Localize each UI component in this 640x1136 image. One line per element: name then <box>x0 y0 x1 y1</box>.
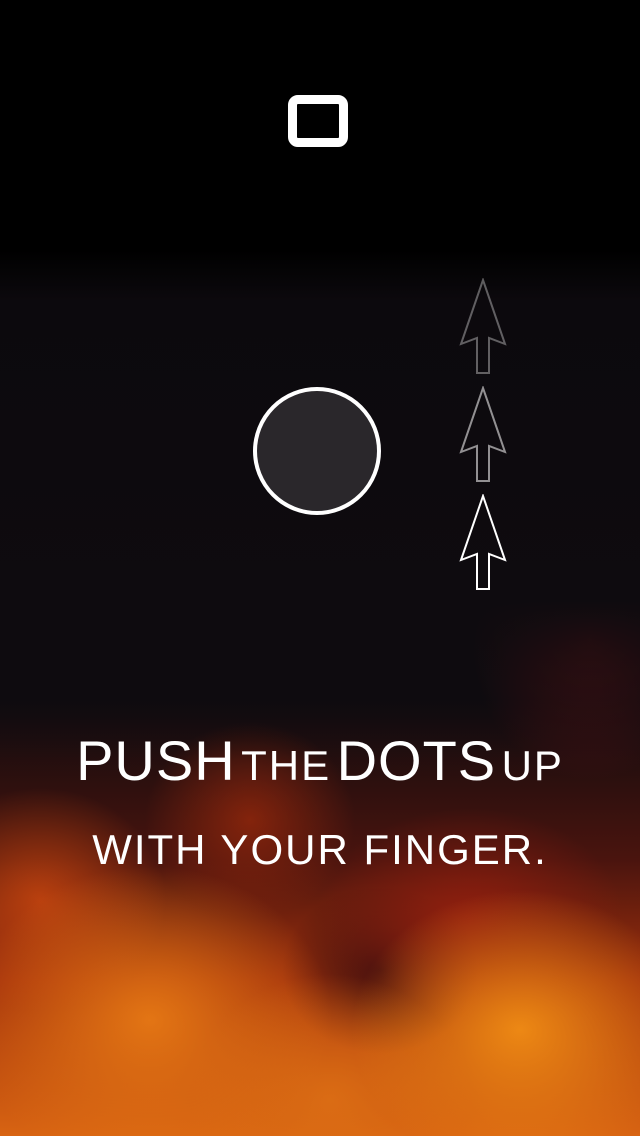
up-arrow-icon <box>459 494 509 592</box>
up-arrow-icon <box>459 386 509 484</box>
stop-button[interactable] <box>288 95 348 147</box>
instruction-line-1: PUSH THE DOTS UP <box>0 728 640 793</box>
instruction-line-2: WITH YOUR FINGER. <box>92 826 548 873</box>
instruction-word: THE <box>241 742 332 789</box>
game-dot[interactable] <box>253 387 381 515</box>
up-arrow-icon <box>459 278 509 376</box>
instruction-word: UP <box>501 742 564 789</box>
game-screen[interactable]: PUSH THE DOTS UP WITH YOUR FINGER. <box>0 0 640 1136</box>
instruction-word: PUSH <box>76 729 236 792</box>
instruction-word: DOTS <box>336 729 497 792</box>
